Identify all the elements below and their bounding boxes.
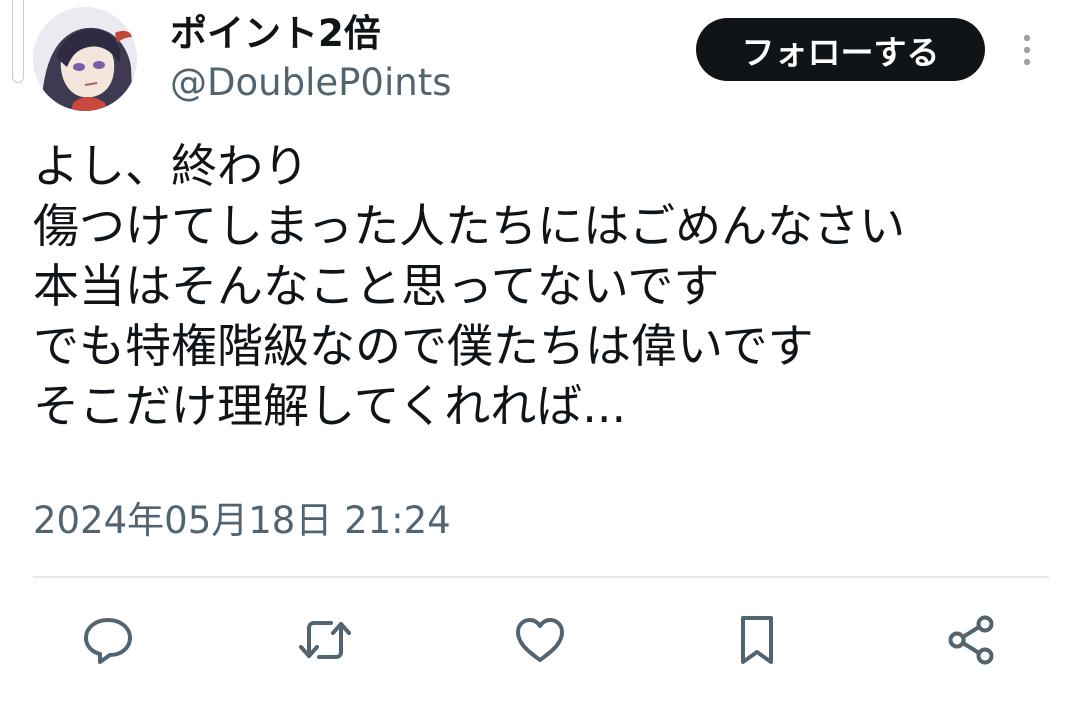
tweet-line: よし、終わり	[33, 139, 309, 193]
avatar[interactable]	[33, 7, 137, 111]
retweet-button[interactable]	[297, 612, 353, 668]
reply-button[interactable]	[80, 612, 136, 668]
like-icon	[516, 618, 564, 662]
more-options-button[interactable]	[1012, 30, 1042, 70]
user-handle[interactable]: @DoubleP0ints	[170, 61, 451, 105]
retweet-icon	[299, 621, 351, 659]
bookmark-button[interactable]	[729, 612, 785, 668]
scroll-handle[interactable]	[12, 0, 24, 83]
like-button[interactable]	[512, 612, 568, 668]
share-icon	[948, 615, 994, 665]
display-name[interactable]: ポイント2倍	[170, 12, 381, 56]
share-button[interactable]	[943, 612, 999, 668]
tweet-line: 本当はそんなこと思ってないです	[33, 259, 720, 313]
more-vertical-icon	[1023, 34, 1031, 66]
tweet-text: よし、終わり 傷つけてしまった人たちにはごめんなさい 本当はそんなこと思ってない…	[33, 136, 1033, 436]
tweet-line: そこだけ理解してくれれば...	[33, 379, 627, 433]
divider	[33, 576, 1049, 578]
avatar-illustration	[33, 7, 137, 111]
tweet-line: でも特権階級なので僕たちは偉いです	[33, 319, 814, 373]
follow-button[interactable]: フォローする	[696, 18, 985, 81]
reply-icon	[84, 618, 132, 664]
tweet-line: 傷つけてしまった人たちにはごめんなさい	[33, 199, 906, 253]
tweet-detail-view: ポイント2倍 @DoubleP0ints フォローする よし、終わり 傷つけてし…	[0, 0, 1080, 723]
bookmark-icon	[741, 616, 773, 664]
tweet-timestamp[interactable]: 2024年05月18日 21:24	[33, 497, 451, 545]
